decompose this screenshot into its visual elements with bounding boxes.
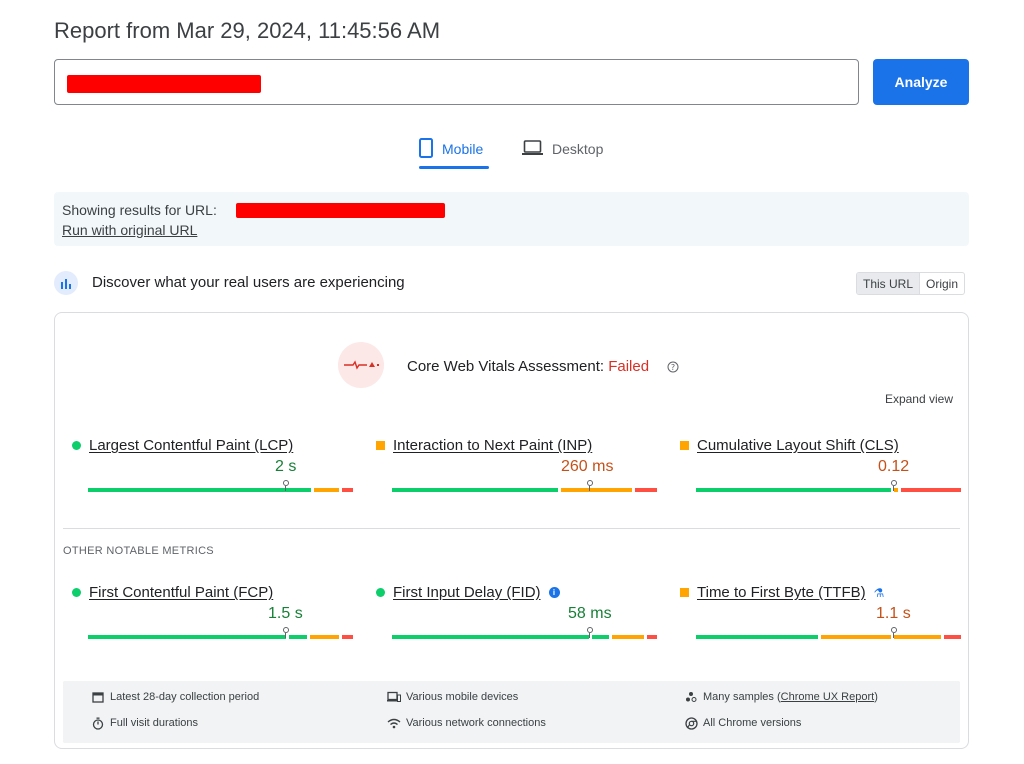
p75-marker [587,480,593,491]
metric-label: First Input Delay (FID) i [376,584,560,601]
metric-value: 0.12 [878,458,910,475]
calendar-icon [91,690,105,704]
smartphone-icon [419,137,433,161]
samples-prefix: Many samples ( [703,691,781,703]
samples-text: Many samples (Chrome UX Report) [703,691,878,703]
metric-label: Largest Contentful Paint (LCP) [72,437,293,454]
page-title: Report from Mar 29, 2024, 11:45:56 AM [54,18,441,43]
analyze-button[interactable]: Analyze [873,59,969,105]
metric-link[interactable]: First Contentful Paint (FCP) [89,584,273,601]
crux-icon [54,271,78,295]
samples-suffix: ) [874,691,878,703]
devices-text: Various mobile devices [406,691,519,703]
discover-heading: Discover what your real users are experi… [92,274,405,291]
metric-lcp: Largest Contentful Paint (LCP) 2 s [72,437,353,507]
assessment-heading: Core Web Vitals Assessment: Failed [407,358,649,375]
metric-inp: Interaction to Next Paint (INP) 260 ms [376,437,657,507]
collection-period-text: Latest 28-day collection period [110,691,260,703]
network: Various network connections [387,716,546,730]
p75-marker [283,480,289,491]
samples: Many samples (Chrome UX Report) [684,690,878,704]
metric-value: 2 s [275,458,297,475]
assessment-label: Core Web Vitals Assessment: [407,358,605,375]
metric-ttfb: Time to First Byte (TTFB) ⚗ 1.1 s [680,584,961,654]
average-square-icon [376,441,385,450]
metric-link[interactable]: Largest Contentful Paint (LCP) [89,437,293,454]
metric-label: Time to First Byte (TTFB) ⚗ [680,584,885,601]
metric-value: 260 ms [561,458,614,475]
distribution-bar [392,480,657,492]
toggle-origin[interactable]: Origin [920,273,964,294]
chrome-versions-text: All Chrome versions [703,717,802,729]
laptop-icon [522,139,543,159]
metric-label: Interaction to Next Paint (INP) [376,437,592,454]
visit-durations-text: Full visit durations [110,717,199,729]
distribution-bar [696,480,961,492]
chrome-icon [684,716,698,730]
tab-desktop-label: Desktop [552,141,604,157]
flask-icon: ⚗ [873,585,885,600]
chrome-versions: All Chrome versions [684,716,801,730]
stopwatch-icon [91,716,105,730]
distribution-bar [88,480,353,492]
expand-view-link[interactable]: Expand view [885,392,953,406]
redacted-url [67,75,261,93]
assessment-status: Failed [608,358,650,375]
tab-desktop[interactable]: Desktop [522,130,603,168]
url-origin-toggle: This URL Origin [856,272,966,295]
p75-marker [891,480,897,491]
devices-icon [387,690,401,704]
metric-link[interactable]: Interaction to Next Paint (INP) [393,437,592,454]
devices: Various mobile devices [387,690,518,704]
distribution-bar [696,627,961,639]
collection-period: Latest 28-day collection period [91,690,259,704]
distribution-bar [392,627,657,639]
good-dot-icon [72,588,81,597]
metric-value: 1.5 s [268,605,303,622]
toggle-this-url[interactable]: This URL [857,273,921,294]
failed-assessment-icon [338,342,384,388]
metric-value: 1.1 s [876,605,911,622]
network-text: Various network connections [406,717,546,729]
tab-mobile[interactable]: Mobile [419,130,489,169]
divider [63,528,960,529]
metric-fid: First Input Delay (FID) i 58 ms [376,584,657,654]
field-data-card: Core Web Vitals Assessment: Failed ? Exp… [54,312,969,749]
good-dot-icon [376,588,385,597]
p75-marker [587,627,593,638]
metric-label: Cumulative Layout Shift (CLS) [680,437,899,454]
redacted-url [236,203,445,218]
svg-text:?: ? [671,363,675,372]
url-input[interactable] [54,59,859,105]
average-square-icon [680,588,689,597]
run-original-url-link[interactable]: Run with original URL [62,222,197,238]
wifi-icon [387,716,401,730]
metric-link[interactable]: Cumulative Layout Shift (CLS) [697,437,899,454]
other-metrics-heading: OTHER NOTABLE METRICS [63,545,214,557]
p75-marker [283,627,289,638]
good-dot-icon [72,441,81,450]
p75-marker [891,627,897,638]
showing-results-label: Showing results for URL: [62,202,217,218]
metric-link[interactable]: First Input Delay (FID) [393,584,541,601]
help-icon[interactable]: ? [667,360,679,378]
metric-link[interactable]: Time to First Byte (TTFB) [697,584,866,601]
url-info-banner: Showing results for URL: Run with origin… [54,192,969,246]
chrome-ux-report-link[interactable]: Chrome UX Report [781,691,875,703]
metric-label: First Contentful Paint (FCP) [72,584,273,601]
metric-value: 58 ms [568,605,612,622]
tab-mobile-label: Mobile [442,141,484,157]
visit-durations: Full visit durations [91,716,198,730]
average-square-icon [680,441,689,450]
metric-cls: Cumulative Layout Shift (CLS) 0.12 [680,437,961,507]
samples-icon [684,690,698,704]
distribution-bar [88,627,353,639]
info-icon[interactable]: i [548,587,560,598]
device-tabs: Mobile Desktop [0,130,1024,170]
metric-fcp: First Contentful Paint (FCP) 1.5 s [72,584,353,654]
data-summary-footer: Latest 28-day collection period Various … [63,681,960,743]
